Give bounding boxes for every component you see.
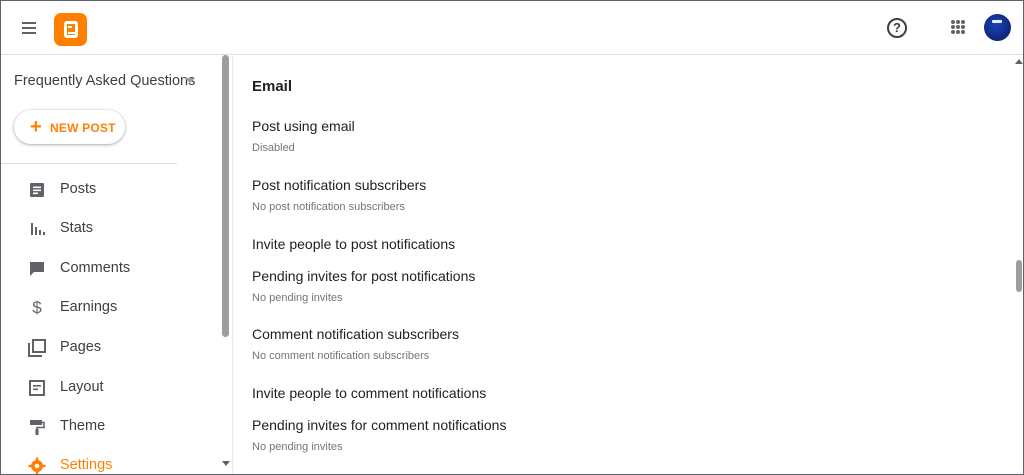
comments-icon [30, 262, 44, 276]
apps-grid-icon[interactable] [951, 20, 965, 34]
posts-icon [30, 183, 44, 197]
sidebar-item-label: Posts [60, 181, 97, 197]
setting-value: No pending invites [252, 441, 343, 453]
settings-content: Email Post using email Disabled Post not… [233, 56, 1023, 474]
paint-roller-icon [30, 420, 45, 435]
help-circle-icon[interactable]: ? [887, 18, 907, 38]
caret-down-icon[interactable] [185, 78, 195, 83]
top-app-bar: ? [1, 1, 1023, 55]
blogger-logo-icon[interactable] [54, 13, 87, 46]
sidebar-item-stats[interactable]: Stats [1, 210, 216, 246]
app-window: ? Frequently Asked Questions + NEW POST … [0, 0, 1024, 475]
hamburger-menu-icon[interactable] [19, 18, 41, 38]
scroll-up-arrow-icon[interactable] [1015, 59, 1023, 64]
sidebar-item-label: Pages [60, 339, 102, 355]
sidebar-item-comments[interactable]: Comments [1, 250, 216, 286]
sidebar-item-label: Earnings [60, 299, 118, 315]
divider [1, 163, 177, 164]
plus-icon: + [30, 116, 42, 138]
sidebar: Frequently Asked Questions + NEW POST Po… [1, 56, 232, 474]
setting-value: Disabled [252, 142, 295, 154]
layout-icon [29, 380, 45, 396]
setting-invite-post-notifications[interactable]: Invite people to post notifications [252, 236, 455, 252]
setting-pending-comment-invites[interactable]: Pending invites for comment notification… [252, 417, 506, 433]
sidebar-item-label: Comments [60, 260, 131, 276]
sidebar-item-earnings[interactable]: $ Earnings [1, 289, 216, 325]
sidebar-item-label: Settings [60, 457, 113, 473]
setting-comment-notification-subscribers[interactable]: Comment notification subscribers [252, 326, 459, 342]
dollar-icon: $ [32, 298, 42, 317]
account-avatar[interactable] [984, 14, 1011, 41]
content-scrollbar[interactable] [1016, 260, 1022, 292]
section-title-email: Email [252, 78, 293, 95]
sidebar-item-theme[interactable]: Theme [1, 408, 216, 444]
new-post-label: NEW POST [50, 121, 116, 135]
gear-icon [28, 457, 46, 474]
setting-invite-comment-notifications[interactable]: Invite people to comment notifications [252, 385, 486, 401]
setting-value: No post notification subscribers [252, 201, 405, 213]
scroll-down-arrow-icon[interactable] [222, 461, 230, 466]
sidebar-item-label: Stats [60, 220, 94, 236]
setting-value: No pending invites [252, 292, 343, 304]
sidebar-item-settings[interactable]: Settings [1, 447, 216, 474]
setting-pending-post-invites[interactable]: Pending invites for post notifications [252, 268, 475, 284]
pages-icon [28, 339, 46, 357]
setting-post-using-email[interactable]: Post using email [252, 118, 355, 134]
sidebar-item-pages[interactable]: Pages [1, 329, 216, 365]
sidebar-item-layout[interactable]: Layout [1, 369, 216, 405]
setting-post-notification-subscribers[interactable]: Post notification subscribers [252, 177, 426, 193]
blog-selector[interactable]: Frequently Asked Questions [14, 73, 195, 89]
sidebar-item-posts[interactable]: Posts [1, 171, 216, 207]
stats-icon [31, 223, 45, 235]
setting-value: No comment notification subscribers [252, 350, 430, 362]
sidebar-item-label: Layout [60, 379, 104, 395]
new-post-button[interactable]: + NEW POST [14, 110, 125, 144]
sidebar-item-label: Theme [60, 418, 106, 434]
sidebar-scrollbar[interactable] [222, 55, 229, 337]
